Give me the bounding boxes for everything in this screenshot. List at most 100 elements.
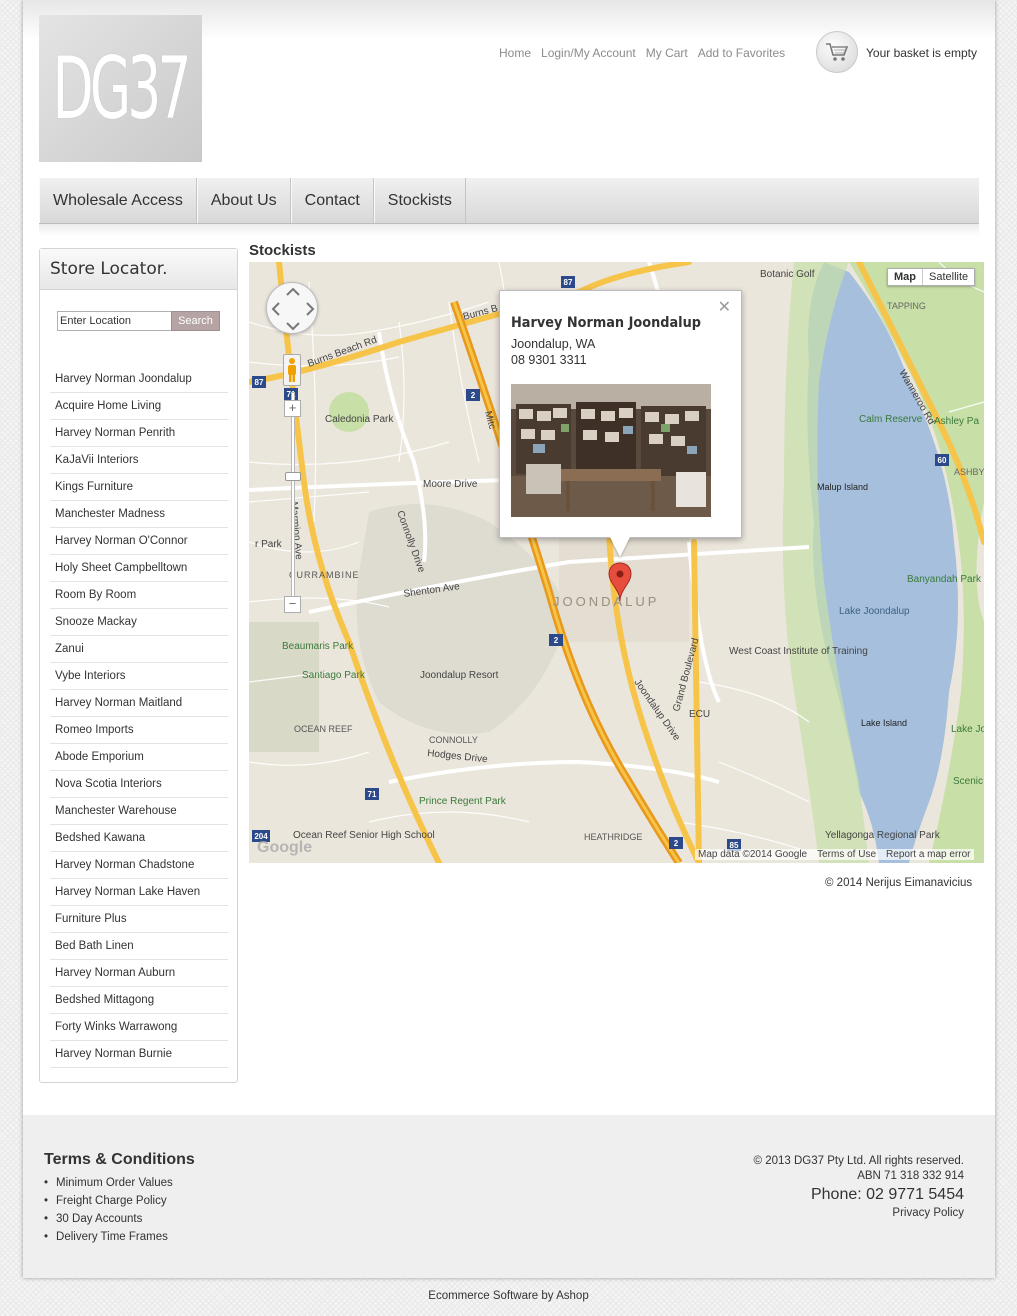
shield-5: 2: [554, 636, 559, 645]
home-link[interactable]: Home: [499, 46, 531, 60]
zoom-slider-track[interactable]: [291, 392, 295, 607]
store-list-item[interactable]: Kings Furniture: [50, 474, 228, 501]
store-list-item[interactable]: Bedshed Kawana: [50, 825, 228, 852]
info-window-phone: 08 9301 3311: [511, 353, 587, 367]
pan-control[interactable]: [266, 282, 318, 334]
footer-link-30-day[interactable]: 30 Day Accounts: [44, 1213, 173, 1231]
caledonia-park-area: [329, 392, 369, 432]
store-list-item[interactable]: Acquire Home Living: [50, 393, 228, 420]
site-footer: Terms & Conditions Minimum Order Values …: [23, 1115, 995, 1278]
footer-terms-title: Terms & Conditions: [44, 1151, 195, 1168]
label-lake-joondalup-park: Lake Joondalup Park: [951, 724, 984, 735]
label-joondalup: JOONDALUP: [553, 594, 659, 609]
store-list-item[interactable]: Snooze Mackay: [50, 609, 228, 636]
favorites-link[interactable]: Add to Favorites: [698, 46, 785, 60]
login-link[interactable]: Login/My Account: [541, 46, 636, 60]
street-view-pegman-icon[interactable]: [283, 354, 301, 386]
store-list-item[interactable]: Bed Bath Linen: [50, 933, 228, 960]
label-yellagonga: Yellagonga Regional Park: [825, 830, 941, 841]
label-lake-joondalup: Lake Joondalup: [839, 606, 910, 617]
shield-1: 87: [564, 278, 573, 287]
report-map-error-link[interactable]: Report a map error: [886, 849, 970, 860]
store-list-item[interactable]: Romeo Imports: [50, 717, 228, 744]
map-type-satellite-button[interactable]: Satellite: [923, 269, 974, 285]
nav-contact[interactable]: Contact: [290, 178, 374, 223]
label-banyandah: Banyandah Park: [907, 574, 982, 585]
store-list-item[interactable]: Nova Scotia Interiors: [50, 771, 228, 798]
info-window-pointer: [610, 537, 630, 557]
footer-phone: Phone: 02 9771 5454: [810, 1186, 964, 1203]
nav-about-us[interactable]: About Us: [196, 178, 291, 223]
store-list-item[interactable]: Holy Sheet Campbelltown: [50, 555, 228, 582]
store-list: Harvey Norman Joondalup Acquire Home Livi…: [50, 366, 228, 1068]
shield-9: 60: [938, 456, 947, 465]
store-list-item[interactable]: Harvey Norman Chadstone: [50, 852, 228, 879]
label-caledonia: Caledonia Park: [325, 414, 394, 425]
store-list-item[interactable]: Harvey Norman Maitland: [50, 690, 228, 717]
info-window-location: Joondalup, WA: [511, 337, 596, 351]
store-list-item[interactable]: Zanui: [50, 636, 228, 663]
map-attribution: Map data ©2014 Google Terms of Use Repor…: [695, 849, 974, 860]
label-currambine: CURRAMBINE: [289, 570, 360, 580]
map-marker-icon[interactable]: [608, 562, 632, 602]
label-scenic-drive: Scenic Drive Park: [953, 776, 984, 787]
store-list-item[interactable]: Manchester Madness: [50, 501, 228, 528]
footer-privacy-link[interactable]: Privacy Policy: [754, 1206, 964, 1221]
ecommerce-credit[interactable]: Ecommerce Software by Ashop: [0, 1290, 1017, 1302]
footer-link-freight[interactable]: Freight Charge Policy: [44, 1195, 173, 1213]
store-list-item[interactable]: Furniture Plus: [50, 906, 228, 933]
store-list-item[interactable]: Forty Winks Warrawong: [50, 1014, 228, 1041]
label-lake-island: Lake Island: [861, 718, 907, 728]
store-list-item[interactable]: Abode Emporium: [50, 744, 228, 771]
zoom-in-button[interactable]: +: [284, 400, 301, 417]
label-malup-island: Malup Island: [817, 482, 868, 492]
zoom-slider-handle[interactable]: [285, 472, 301, 481]
footer-link-minimum-order[interactable]: Minimum Order Values: [44, 1177, 173, 1195]
label-beaumaris: Beaumaris Park: [282, 641, 354, 652]
shield-3: 2: [471, 391, 476, 400]
store-list-item[interactable]: Harvey Norman Auburn: [50, 960, 228, 987]
location-search-form: Search: [57, 311, 220, 331]
label-ocean-reef-school: Ocean Reef Senior High School: [293, 830, 435, 841]
store-list-item[interactable]: Manchester Warehouse: [50, 798, 228, 825]
store-list-item[interactable]: Harvey Norman Penrith: [50, 420, 228, 447]
location-input[interactable]: [57, 311, 171, 331]
store-list-item[interactable]: Harvey Norman Lake Haven: [50, 879, 228, 906]
store-list-item[interactable]: KaJaVii Interiors: [50, 447, 228, 474]
map-type-map-button[interactable]: Map: [888, 269, 923, 285]
pan-arrows-icon: [271, 287, 315, 331]
nav-wholesale-access[interactable]: Wholesale Access: [39, 178, 197, 223]
label-santiago: Santiago Park: [302, 670, 366, 681]
page-copyright: © 2014 Nerijus Eimanavicius: [825, 877, 973, 889]
cart-link[interactable]: My Cart: [646, 46, 688, 60]
shopping-cart-icon[interactable]: [816, 31, 858, 73]
close-icon[interactable]: ✕: [718, 297, 731, 317]
footer-company: © 2013 DG37 Pty Ltd. All rights reserved…: [753, 1155, 964, 1167]
location-search-button[interactable]: Search: [171, 311, 220, 331]
store-list-item[interactable]: Harvey Norman Joondalup: [50, 366, 228, 393]
footer-company-info: © 2013 DG37 Pty Ltd. All rights reserved…: [754, 1154, 964, 1221]
store-list-item[interactable]: Bedshed Mittagong: [50, 987, 228, 1014]
top-links: Home Login/My Account My Cart Add to Fav…: [499, 46, 785, 60]
nav-shadow: [39, 224, 979, 236]
store-list-item[interactable]: Harvey Norman Burnie: [50, 1041, 228, 1068]
store-list-item[interactable]: Vybe Interiors: [50, 663, 228, 690]
info-window-title: Harvey Norman Joondalup: [511, 315, 701, 331]
store-list-item[interactable]: Harvey Norman O'Connor: [50, 528, 228, 555]
site-logo[interactable]: DG37: [39, 15, 202, 162]
page-title: Stockists: [249, 242, 316, 259]
label-calm-reserve: Calm Reserve: [859, 414, 923, 425]
terms-of-use-link[interactable]: Terms of Use: [817, 849, 876, 860]
label-joondalup-resort: Joondalup Resort: [420, 670, 499, 681]
label-tapping: TAPPING: [887, 301, 926, 311]
store-list-item[interactable]: Room By Room: [50, 582, 228, 609]
footer-link-delivery[interactable]: Delivery Time Frames: [44, 1231, 173, 1249]
label-ashby: ASHBY: [954, 467, 984, 477]
label-ocean-reef: OCEAN REEF: [294, 724, 353, 734]
footer-abn: ABN 71 318 332 914: [857, 1170, 964, 1182]
zoom-out-button[interactable]: −: [284, 596, 301, 613]
google-logo: Google: [257, 839, 313, 856]
google-map[interactable]: Botanic Golf TAPPING Burns Beach Rd Burn…: [249, 262, 984, 863]
nav-stockists[interactable]: Stockists: [373, 178, 466, 223]
store-photo: [511, 384, 711, 517]
